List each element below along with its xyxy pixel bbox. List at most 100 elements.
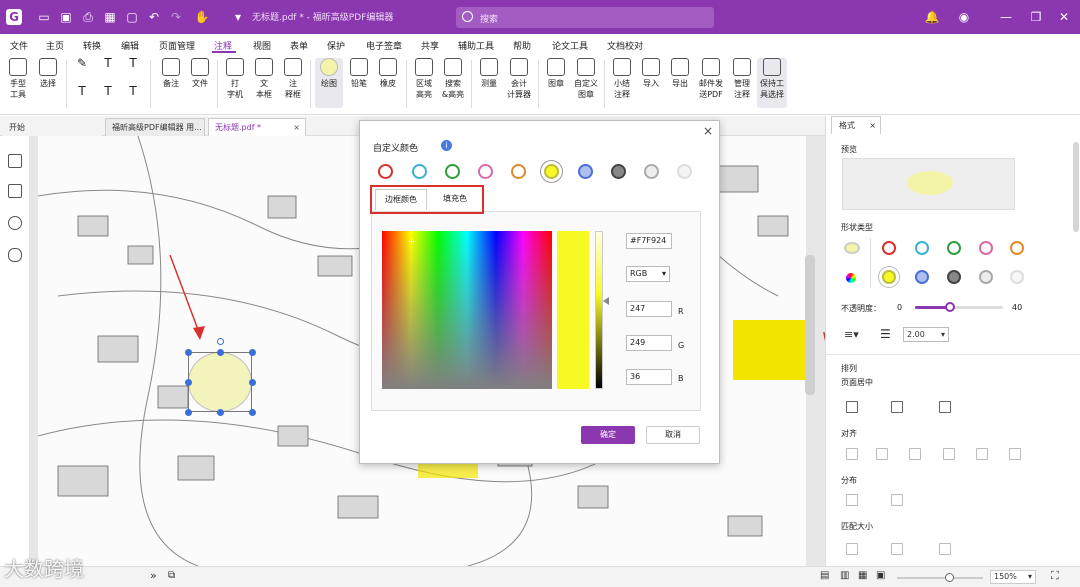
luminance-slider[interactable] [595, 231, 603, 389]
eraser-button[interactable]: 橡皮 [375, 58, 401, 89]
fullscreen-icon[interactable]: ⛶ [1051, 569, 1059, 583]
callout-button[interactable]: 注 释框 [280, 58, 306, 100]
new-doc-icon[interactable]: ▢ [124, 9, 140, 25]
menu-help[interactable]: 帮助 [513, 39, 531, 52]
panel-swatch-cyan[interactable] [915, 241, 929, 255]
next-page-icon[interactable]: » [150, 569, 157, 582]
calculator-button[interactable]: 会计 计算器 [505, 58, 533, 100]
swatch-red[interactable] [378, 164, 393, 179]
strikeout-text-button[interactable]: T [125, 57, 141, 69]
replace-text-button[interactable]: T [100, 85, 116, 97]
swatch-green[interactable] [445, 164, 460, 179]
account-icon[interactable]: ◉ [956, 9, 972, 25]
swatch-gray[interactable] [644, 164, 659, 179]
close-dialog-icon[interactable]: × [703, 124, 713, 138]
close-icon[interactable]: ✕ [1056, 9, 1072, 25]
file-attach-button[interactable]: 文件 [187, 58, 213, 89]
tab-untitled[interactable]: 无标题.pdf * × [208, 118, 306, 136]
highlighted-building[interactable] [733, 320, 805, 380]
swatch-black[interactable] [611, 164, 626, 179]
panel-swatch-gray[interactable] [979, 270, 993, 284]
menu-form[interactable]: 表单 [290, 39, 308, 52]
color-mode-select[interactable]: RGB ▾ [626, 266, 670, 282]
underline-text-button[interactable]: T [100, 57, 116, 69]
line-width-select[interactable]: 2.00 ▾ [903, 327, 949, 342]
panel-swatch-red[interactable] [882, 241, 896, 255]
swatch-orange[interactable] [511, 164, 526, 179]
hand-icon[interactable]: ✋ [194, 9, 210, 25]
restore-icon[interactable]: ❐ [1028, 9, 1044, 25]
swatch-cyan[interactable] [412, 164, 427, 179]
minimize-icon[interactable]: — [998, 9, 1014, 25]
panel-swatch-white[interactable] [1010, 270, 1024, 284]
resize-handle[interactable] [185, 409, 192, 416]
rotate-handle[interactable] [217, 338, 224, 345]
menu-tools[interactable]: 辅助工具 [458, 39, 494, 52]
menu-e-sign[interactable]: 电子签章 [366, 39, 402, 52]
distribute-horizontal-icon[interactable] [891, 494, 903, 506]
pencil-button[interactable]: 铅笔 [346, 58, 372, 89]
area-highlight-button[interactable]: 区域 高亮 [411, 58, 437, 100]
match-height-icon[interactable] [891, 543, 903, 555]
menu-paper-tools[interactable]: 论文工具 [552, 39, 588, 52]
summary-button[interactable]: 小结 注释 [609, 58, 635, 100]
tab-format[interactable]: 格式 × [831, 116, 881, 134]
scan-icon[interactable]: ▦ [102, 9, 118, 25]
comments-icon[interactable] [8, 216, 22, 230]
single-page-view-icon[interactable]: ▤ [820, 570, 829, 581]
custom-color-wheel-icon[interactable] [844, 271, 858, 285]
zoom-knob[interactable] [944, 573, 954, 582]
search-input[interactable]: 搜索 [456, 7, 714, 28]
squiggly-text-button[interactable]: T [74, 85, 90, 97]
vertical-scrollbar[interactable] [805, 255, 815, 395]
hand-tool-button[interactable]: 手型 工具 [5, 58, 31, 100]
panel-swatch-black[interactable] [947, 270, 961, 284]
keep-tool-selected-button[interactable]: 保持工 具选择 [757, 58, 787, 108]
menu-view[interactable]: 视图 [253, 39, 271, 52]
menu-protect[interactable]: 保护 [327, 39, 345, 52]
swatch-white[interactable] [677, 164, 692, 179]
stamp-button[interactable]: 图章 [543, 58, 569, 89]
resize-handle[interactable] [217, 409, 224, 416]
resize-handle[interactable] [249, 349, 256, 356]
menu-doc-proofread[interactable]: 文档校对 [607, 39, 643, 52]
align-bottom-icon[interactable] [1009, 448, 1021, 460]
opacity-slider[interactable] [915, 302, 1003, 312]
typewriter-button[interactable]: 打 字机 [222, 58, 248, 100]
match-width-icon[interactable] [846, 543, 858, 555]
luminance-pointer-icon[interactable] [603, 297, 609, 305]
save-icon[interactable]: ▣ [58, 9, 74, 25]
shape-ellipse-icon[interactable] [844, 242, 860, 254]
selection-box[interactable] [188, 352, 252, 412]
close-panel-icon[interactable]: × [869, 117, 876, 134]
import-button[interactable]: 导入 [638, 58, 664, 89]
menu-share[interactable]: 共享 [421, 39, 439, 52]
panel-swatch-yellow-selected[interactable] [878, 266, 900, 288]
resize-handle[interactable] [217, 349, 224, 356]
panel-swatch-orange[interactable] [1010, 241, 1024, 255]
tab-start[interactable]: 开始 [2, 118, 102, 136]
menu-home[interactable]: 主页 [46, 39, 64, 52]
menu-file[interactable]: 文件 [10, 39, 28, 52]
measure-button[interactable]: 测量 [476, 58, 502, 89]
menu-convert[interactable]: 转换 [83, 39, 101, 52]
panel-swatch-blue[interactable] [915, 270, 929, 284]
menu-edit[interactable]: 编辑 [121, 39, 139, 52]
resize-handle[interactable] [249, 379, 256, 386]
menu-page-manage[interactable]: 页面管理 [159, 39, 195, 52]
line-style-icon[interactable]: ≡▾ [844, 328, 859, 341]
open-folder-icon[interactable]: ▭ [36, 9, 52, 25]
select-button[interactable]: 选择 [35, 58, 61, 89]
resize-handle[interactable] [185, 349, 192, 356]
swatch-yellow-selected[interactable] [540, 160, 563, 183]
zoom-select[interactable]: 150% ▾ [990, 570, 1036, 584]
align-right-icon[interactable] [909, 448, 921, 460]
opacity-knob[interactable] [945, 302, 956, 312]
align-left-icon[interactable] [846, 448, 858, 460]
align-top-icon[interactable] [943, 448, 955, 460]
panel-swatch-green[interactable] [947, 241, 961, 255]
custom-stamp-button[interactable]: 自定义 图章 [572, 58, 600, 100]
zoom-out-icon[interactable]: ▣ [876, 570, 885, 581]
ok-button[interactable]: 确定 [581, 426, 635, 444]
hex-input[interactable]: #F7F924 [626, 233, 672, 249]
